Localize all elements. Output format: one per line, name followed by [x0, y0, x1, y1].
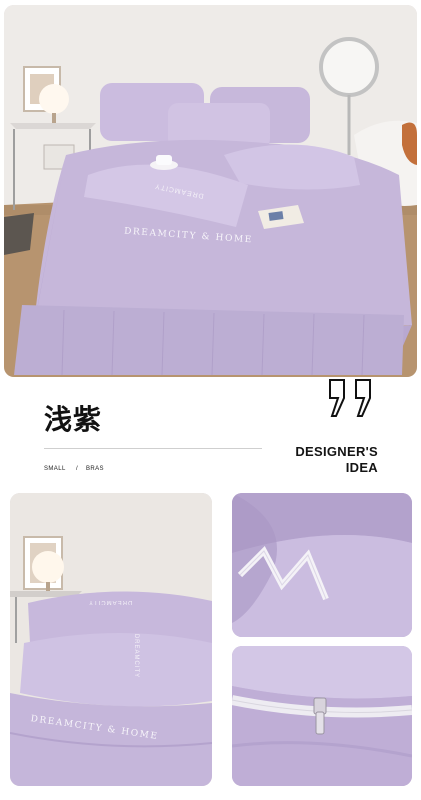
embroidery-closeup-photo [232, 493, 412, 637]
divider-line [44, 448, 262, 449]
designer-line-2: IDEA [345, 460, 378, 475]
detail-pillow-embroidery-front: DREAMCITY [133, 633, 140, 679]
detail-pillow-embroidery-top: DREAMCITY [88, 599, 133, 605]
hero-bedroom-photo: DREAMCITY DREAMCITY & HOME [4, 5, 417, 377]
tag-separator: / [76, 466, 79, 472]
quote-mark-icon [329, 379, 371, 417]
color-name-title: 浅紫 [44, 403, 103, 436]
tag-small: SMALL [44, 466, 66, 472]
tag-bras: BRAS [86, 466, 104, 472]
zipper-closeup-photo [232, 646, 412, 786]
designers-idea-heading: DESIGNER'S IDEA [280, 444, 378, 476]
designer-line-1: DESIGNER'S [295, 444, 378, 459]
pillow-closeup-photo: DREAMCITY DREAMCITY DREAMCITY & HOME [10, 493, 212, 786]
